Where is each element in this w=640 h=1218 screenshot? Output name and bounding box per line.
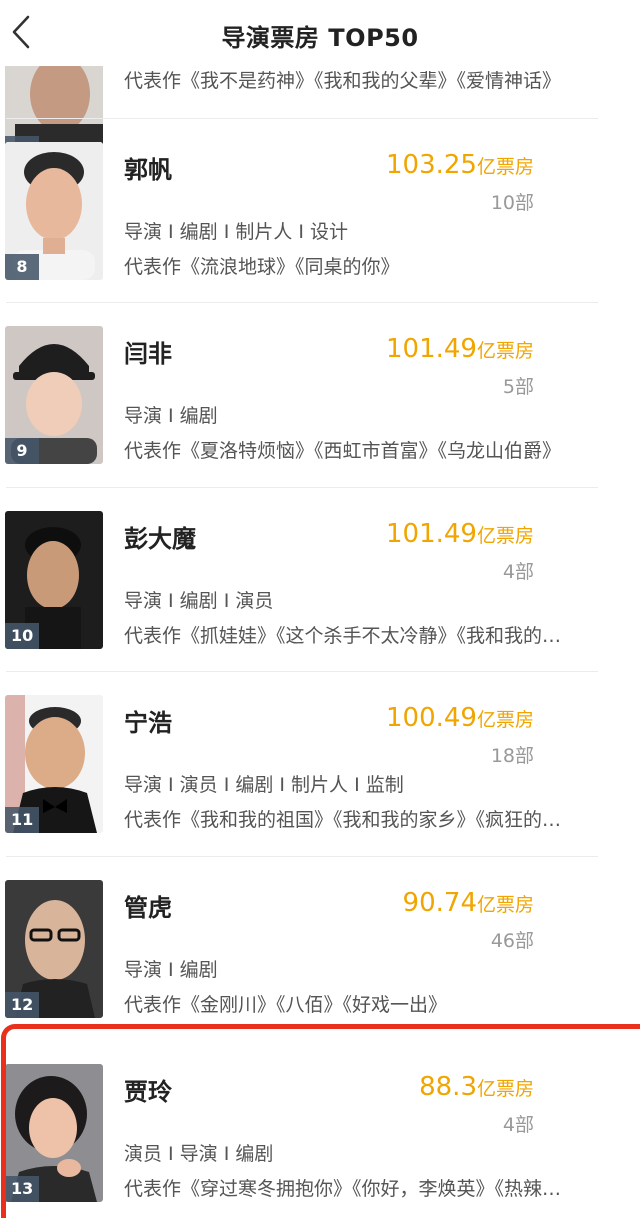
director-roles: 演员 I 导演 I 编剧 bbox=[124, 1143, 274, 1165]
box-office-value: 100.49 bbox=[386, 703, 477, 733]
film-count: 4部 bbox=[502, 1114, 534, 1136]
representative-works: 代表作《穿过寒冬拥抱你》《你好，李焕英》《热辣滚烫》 bbox=[124, 1178, 566, 1200]
box-office: 90.74亿票房 bbox=[403, 888, 534, 918]
box-office-value: 88.3 bbox=[419, 1072, 477, 1102]
box-office-unit: 亿票房 bbox=[476, 709, 534, 731]
box-office: 101.49亿票房 bbox=[386, 519, 534, 549]
director-name: 贾玲 bbox=[124, 1078, 172, 1106]
director-name: 管虎 bbox=[124, 894, 172, 922]
director-row[interactable]: 13 贾玲 88.3亿票房 4部 演员 I 导演 I 编剧 代表作《穿过寒冬拥抱… bbox=[0, 922, 600, 1202]
rank-badge: 13 bbox=[5, 1176, 40, 1202]
box-office: 88.3亿票房 bbox=[419, 1072, 534, 1102]
box-office: 103.25亿票房 bbox=[386, 150, 534, 180]
box-office: 101.49亿票房 bbox=[386, 334, 534, 364]
box-office-unit: 亿票房 bbox=[476, 1078, 534, 1100]
box-office: 100.49亿票房 bbox=[386, 703, 534, 733]
director-row[interactable]: 10 彭大魔 101.49亿票房 4部 导演 I 编剧 I 演员 代表作《抓娃娃… bbox=[0, 369, 600, 649]
box-office-unit: 亿票房 bbox=[476, 525, 534, 547]
director-name: 宁浩 bbox=[124, 709, 172, 737]
box-office-value: 90.74 bbox=[402, 888, 477, 918]
director-name: 彭大魔 bbox=[124, 525, 196, 553]
nav-header: 导演票房 TOP50 bbox=[0, 0, 640, 66]
box-office-value: 103.25 bbox=[386, 150, 477, 180]
box-office-value: 101.49 bbox=[386, 334, 477, 364]
director-row[interactable]: 11 宁浩 100.49亿票房 18部 导演 I 演员 I 编剧 I 制片人 I… bbox=[0, 553, 600, 833]
director-list: 7 代表作《我不是药神》《我和我的父辈》《爱情神话》 8 郭帆 103.25亿票… bbox=[0, 0, 640, 1218]
box-office-unit: 亿票房 bbox=[476, 156, 534, 178]
page-title: 导演票房 TOP50 bbox=[221, 24, 419, 52]
box-office-unit: 亿票房 bbox=[476, 894, 534, 916]
box-office-unit: 亿票房 bbox=[476, 340, 534, 362]
director-row[interactable]: 12 管虎 90.74亿票房 46部 导演 I 编剧 代表作《金刚川》《八佰》《… bbox=[0, 738, 600, 1018]
director-name: 郭帆 bbox=[124, 156, 172, 184]
director-row[interactable]: 9 闫非 101.49亿票房 5部 导演 I 编剧 代表作《夏洛特烦恼》《西虹市… bbox=[0, 184, 600, 464]
box-office-value: 101.49 bbox=[386, 519, 477, 549]
avatar: 13 bbox=[5, 1064, 103, 1202]
director-name: 闫非 bbox=[124, 340, 172, 368]
